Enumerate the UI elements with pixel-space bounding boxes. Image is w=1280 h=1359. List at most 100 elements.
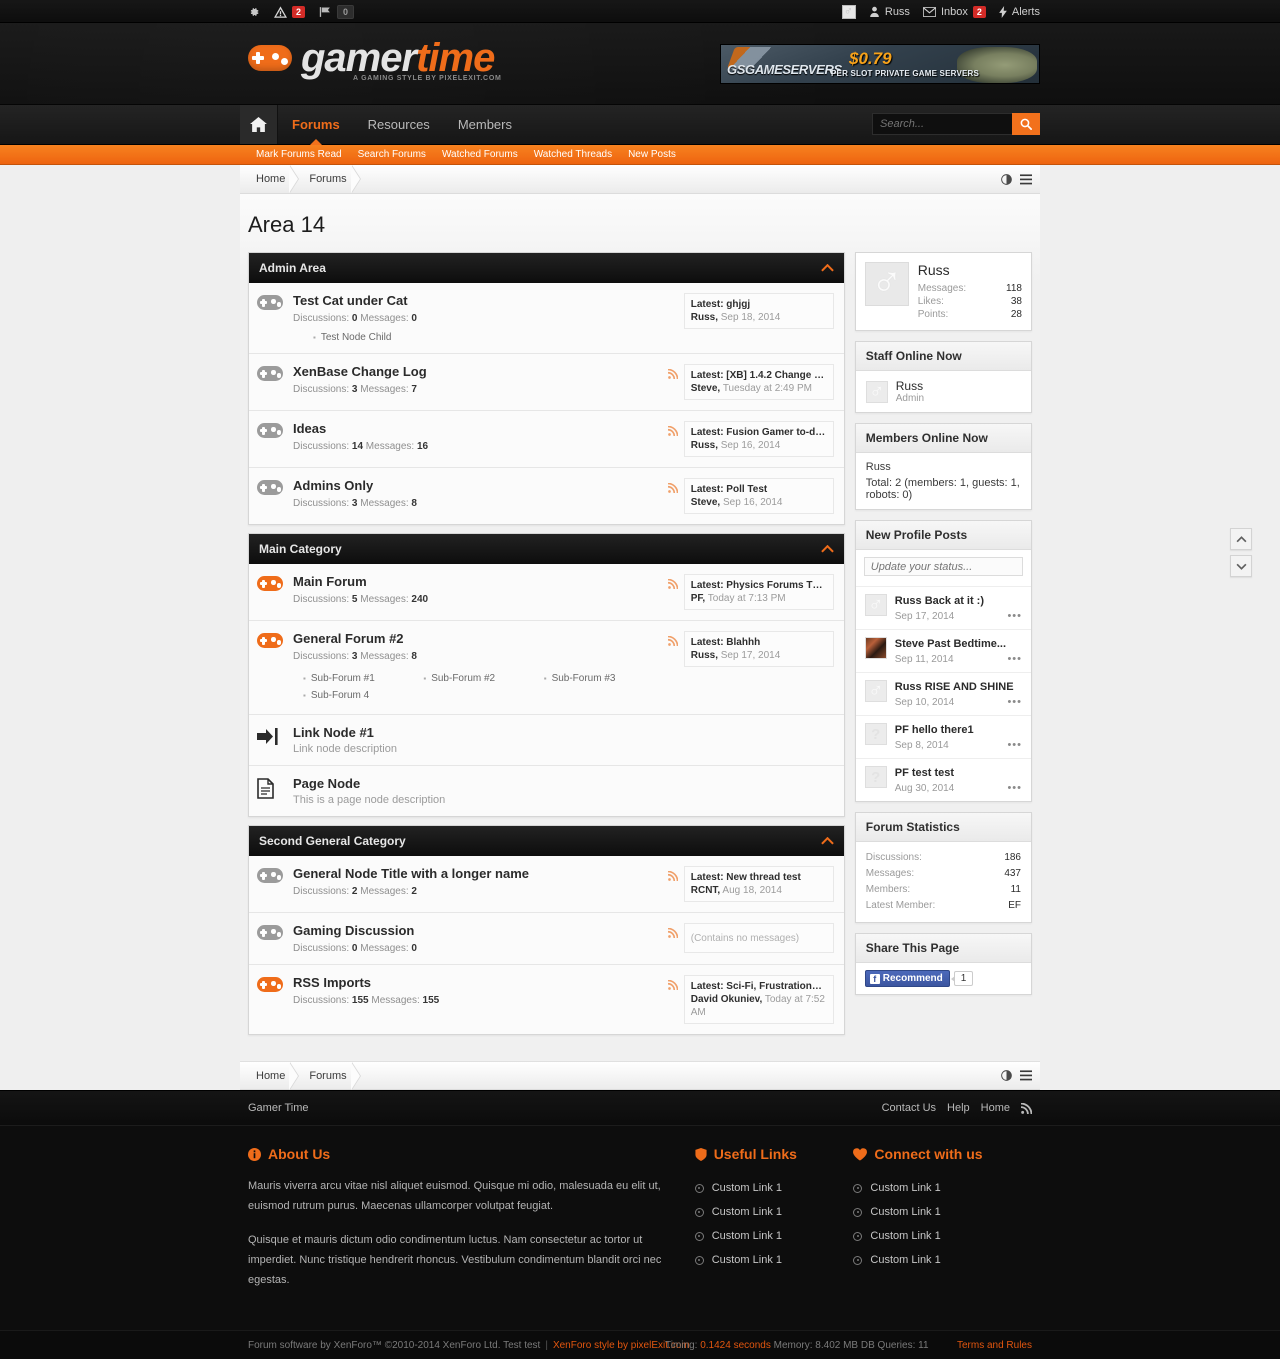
members-online-names[interactable]: Russ <box>856 453 1031 475</box>
last-post-title[interactable]: Latest: Physics Forums Thread <box>691 579 827 592</box>
node-title[interactable]: General Node Title with a longer name <box>293 866 529 881</box>
avatar[interactable] <box>864 679 887 703</box>
footer-link-home[interactable]: Home <box>981 1102 1010 1114</box>
profile-post-author[interactable]: Russ <box>895 681 925 693</box>
node-title[interactable]: Test Cat under Cat <box>293 293 408 308</box>
avatar[interactable] <box>864 637 887 659</box>
last-post-author[interactable]: Steve, <box>691 497 720 508</box>
category-header[interactable]: Second General Category <box>249 826 844 856</box>
last-post-author[interactable]: PF, <box>691 593 705 604</box>
node-title[interactable]: Admins Only <box>293 478 373 493</box>
last-post-title[interactable]: Latest: Blahhh <box>691 636 827 649</box>
chevron-up-icon[interactable] <box>820 261 834 275</box>
ellipsis-icon[interactable]: ••• <box>1007 782 1022 794</box>
last-post-author[interactable]: Russ, <box>691 312 718 323</box>
node-title[interactable]: RSS Imports <box>293 975 371 990</box>
last-post-title[interactable]: Latest: New thread test <box>691 871 827 884</box>
flag-button[interactable]: 0 <box>319 4 355 19</box>
sub-forum-item[interactable]: Sub-Forum #3 <box>544 670 664 687</box>
ellipsis-icon[interactable]: ••• <box>1007 696 1022 708</box>
account-menu-button[interactable]: Russ <box>869 6 910 18</box>
category-header[interactable]: Main Category <box>249 534 844 564</box>
chevron-up-icon[interactable] <box>820 834 834 848</box>
footer-breadcrumb-item-forums[interactable]: Forums <box>299 1061 361 1090</box>
inbox-button[interactable]: Inbox 2 <box>922 5 986 18</box>
status-input[interactable] <box>863 557 1023 576</box>
last-post-author[interactable]: Steve, <box>691 383 720 394</box>
last-post-title[interactable]: Latest: Poll Test <box>691 483 827 496</box>
node-title[interactable]: Gaming Discussion <box>293 923 414 938</box>
chevron-up-icon[interactable] <box>820 542 834 556</box>
search-submit-button[interactable] <box>1012 113 1040 135</box>
avatar[interactable] <box>864 593 887 617</box>
footer-connect-link-3[interactable]: Custom Link 1 <box>853 1248 1032 1272</box>
avatar[interactable] <box>864 723 887 746</box>
node-rss-link[interactable] <box>667 866 684 884</box>
subnav-item-1[interactable]: Search Forums <box>350 149 434 160</box>
footer-useful-link-0[interactable]: Custom Link 1 <box>694 1176 854 1200</box>
last-post-author[interactable]: Russ, <box>691 440 718 451</box>
scroll-up-button[interactable] <box>1230 528 1252 550</box>
avatar-button[interactable] <box>841 4 856 19</box>
footer-useful-link-1[interactable]: Custom Link 1 <box>694 1200 854 1224</box>
node-rss-link[interactable] <box>667 975 684 993</box>
contrast-toggle-icon[interactable] <box>1001 173 1012 185</box>
nav-tab-members[interactable]: Members <box>444 105 526 144</box>
subnav-item-2[interactable]: Watched Forums <box>434 149 526 160</box>
staff-online-item[interactable]: Russ Admin <box>856 371 1031 412</box>
rss-icon[interactable] <box>1021 1102 1032 1114</box>
footer-breadcrumb-item-home[interactable]: Home <box>246 1061 300 1090</box>
last-post-title[interactable]: Latest: Fusion Gamer to-do... <box>691 426 827 439</box>
node-title[interactable]: Link Node #1 <box>293 725 374 740</box>
footer-connect-link-0[interactable]: Custom Link 1 <box>853 1176 1032 1200</box>
sub-forum-item[interactable]: Sub-Forum #2 <box>423 670 543 687</box>
node-rss-link[interactable] <box>667 631 684 649</box>
menu-icon[interactable] <box>1020 1070 1032 1081</box>
footer-link-contact-us[interactable]: Contact Us <box>882 1102 936 1114</box>
node-rss-link[interactable] <box>667 923 684 941</box>
subnav-item-3[interactable]: Watched Threads <box>526 149 620 160</box>
profile-post-author[interactable]: PF <box>895 767 912 779</box>
site-logo[interactable]: gamertime A GAMING STYLE BY PIXELEXIT.CO… <box>248 38 501 82</box>
nav-tab-resources[interactable]: Resources <box>354 105 444 144</box>
node-title[interactable]: Ideas <box>293 421 326 436</box>
last-post-title[interactable]: Latest: [XB] 1.4.2 Change Log <box>691 369 827 382</box>
subnav-item-4[interactable]: New Posts <box>620 149 684 160</box>
ellipsis-icon[interactable]: ••• <box>1007 653 1022 665</box>
node-title[interactable]: Main Forum <box>293 574 367 589</box>
alerts-button[interactable]: Alerts <box>999 5 1040 18</box>
avatar[interactable] <box>864 766 887 789</box>
staff-member-name[interactable]: Russ <box>896 379 924 393</box>
node-rss-link[interactable] <box>667 421 684 439</box>
breadcrumb-item-home[interactable]: Home <box>246 165 300 193</box>
profile-post-item[interactable]: Russ Back at it :) Sep 17, 2014 ••• <box>855 586 1031 629</box>
profile-post-item[interactable]: PF hello there1 Sep 8, 2014 ••• <box>855 715 1031 758</box>
facebook-recommend-button[interactable]: f Recommend <box>864 970 950 987</box>
profile-post-item[interactable]: PF test test Aug 30, 2014 ••• <box>855 758 1031 801</box>
child-node-item[interactable]: Test Node Child <box>313 332 668 343</box>
category-header[interactable]: Admin Area <box>249 253 844 283</box>
last-post-author[interactable]: David Okuniev, <box>691 994 763 1005</box>
footer-connect-link-2[interactable]: Custom Link 1 <box>853 1224 1032 1248</box>
profile-post-author[interactable]: Russ <box>895 595 925 607</box>
sub-forum-item[interactable]: Sub-Forum #1 <box>303 670 423 687</box>
node-title[interactable]: General Forum #2 <box>293 631 404 646</box>
warning-button[interactable]: 2 <box>274 5 306 18</box>
ellipsis-icon[interactable]: ••• <box>1007 610 1022 622</box>
contrast-toggle-icon[interactable] <box>1001 1070 1012 1081</box>
avatar[interactable] <box>864 259 909 306</box>
gear-button[interactable] <box>248 6 260 18</box>
node-title[interactable]: Page Node <box>293 776 360 791</box>
menu-icon[interactable] <box>1020 173 1032 185</box>
node-title[interactable]: XenBase Change Log <box>293 364 427 379</box>
profile-post-item[interactable]: Russ RISE AND SHINE Sep 10, 2014 ••• <box>855 672 1031 715</box>
node-rss-link[interactable] <box>667 364 684 382</box>
ellipsis-icon[interactable]: ••• <box>1007 739 1022 751</box>
terms-and-rules-link[interactable]: Terms and Rules <box>957 1340 1032 1351</box>
last-post-author[interactable]: RCNT, <box>691 885 720 896</box>
advertisement-banner[interactable]: GSGAMESERVERS $0.79 PER SLOT PRIVATE GAM… <box>720 44 1040 84</box>
avatar[interactable] <box>865 380 888 404</box>
nav-home-button[interactable] <box>240 105 278 144</box>
subnav-item-0[interactable]: Mark Forums Read <box>248 149 350 160</box>
scroll-down-button[interactable] <box>1230 555 1252 577</box>
